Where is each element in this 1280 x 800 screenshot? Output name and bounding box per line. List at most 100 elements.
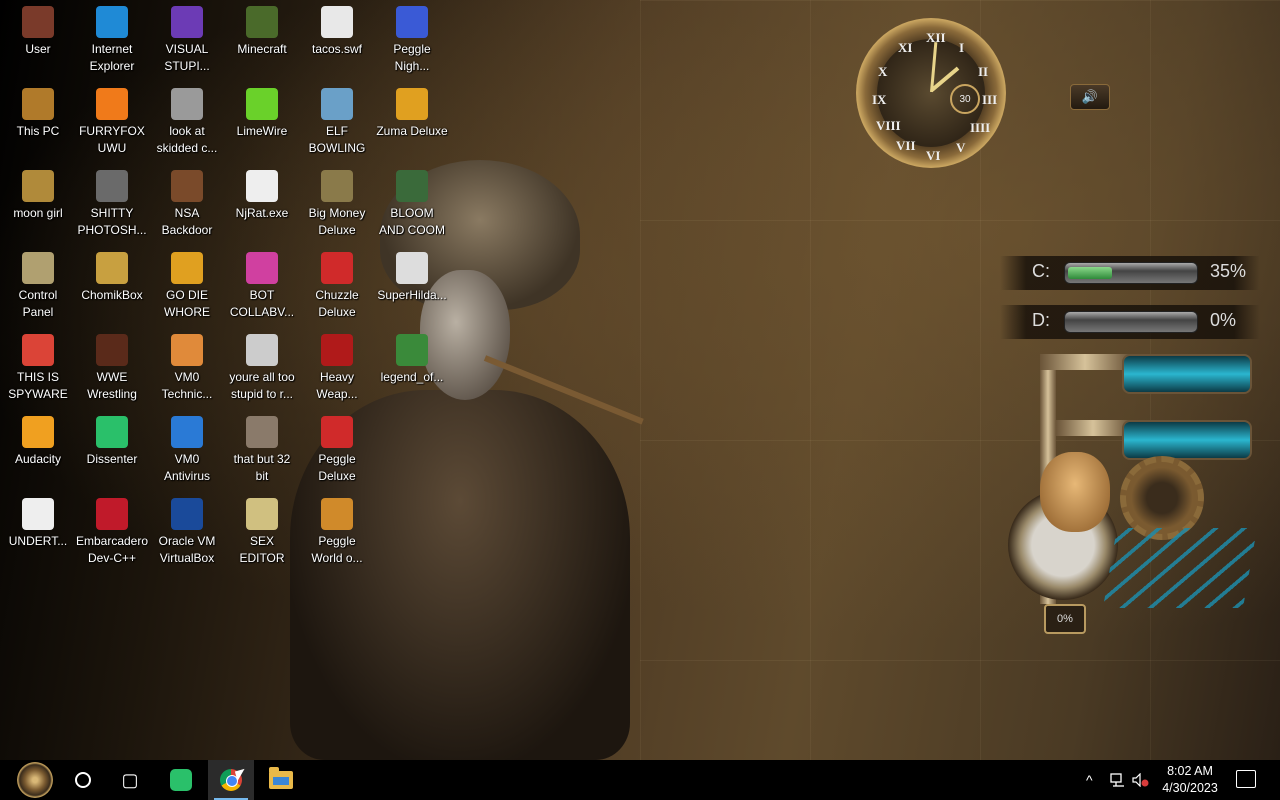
- desktop-icon[interactable]: Control Panel: [0, 246, 76, 326]
- network-icon[interactable]: [1110, 760, 1128, 800]
- desktop-icon[interactable]: FURRYFOX UWU: [74, 82, 150, 162]
- dissenter-icon: [170, 769, 192, 791]
- desktop-icon-label: look at skidded c...: [156, 124, 218, 155]
- chuzzle-icon: [321, 252, 353, 284]
- desktop-icon[interactable]: Heavy Weap...: [299, 328, 375, 408]
- folder-icon: [22, 170, 54, 202]
- desktop-icon[interactable]: look at skidded c...: [149, 82, 225, 162]
- search-button[interactable]: [66, 760, 100, 800]
- speaker-icon[interactable]: 🔊: [1070, 84, 1110, 110]
- desktop-icon[interactable]: WWE Wrestling: [74, 328, 150, 408]
- wwe-icon: [96, 334, 128, 366]
- desktop-icon[interactable]: UNDERT...: [0, 492, 76, 572]
- taskbar-clock[interactable]: 8:02 AM 4/30/2023: [1150, 763, 1230, 797]
- peggle-icon: [321, 498, 353, 530]
- desktop-icon[interactable]: VISUAL STUPI...: [149, 0, 225, 80]
- desktop-icon[interactable]: NjRat.exe: [224, 164, 300, 244]
- action-center-icon[interactable]: [1236, 770, 1256, 788]
- desktop-icon[interactable]: User: [0, 0, 76, 80]
- taskbar-app-chrome[interactable]: [208, 760, 254, 800]
- drive-usage-tube: [1064, 311, 1198, 333]
- desktop-icon-label: User: [25, 42, 51, 56]
- desktop-icon[interactable]: This PC: [0, 82, 76, 162]
- desktop-icon[interactable]: SHITTY PHOTOSH...: [74, 164, 150, 244]
- desktop-icon[interactable]: Dissenter: [74, 410, 150, 490]
- task-view-button[interactable]: ▢: [112, 760, 148, 800]
- volume-icon-glyph: [1132, 773, 1149, 787]
- desktop-icon[interactable]: Internet Explorer: [74, 0, 150, 80]
- hamster-figure: [1040, 452, 1110, 532]
- desktop-icon[interactable]: BLOOM AND COOM: [374, 164, 450, 244]
- desktop-icon[interactable]: Peggle World o...: [299, 492, 375, 572]
- clock-gadget[interactable]: XII I II III IIII V VI VII VIII IX X XI …: [852, 12, 1022, 172]
- desktop-icon[interactable]: that but 32 bit: [224, 410, 300, 490]
- swf-file-icon: [321, 6, 353, 38]
- desktop-icon[interactable]: Oracle VM VirtualBox: [149, 492, 225, 572]
- peggle-icon: [396, 6, 428, 38]
- desktop-icon[interactable]: tacos.swf: [299, 0, 375, 80]
- xd-editor-icon: [246, 498, 278, 530]
- desktop-icon[interactable]: moon girl: [0, 164, 76, 244]
- cards-icon: [246, 252, 278, 284]
- desktop-icon-label: Big Money Deluxe: [308, 206, 366, 237]
- desktop-icon-label: youre all too stupid to r...: [229, 370, 295, 401]
- desktop-icon[interactable]: Zuma Deluxe: [374, 82, 450, 162]
- shield-icon: [171, 416, 203, 448]
- desktop-icon[interactable]: VM0 Technic...: [149, 328, 225, 408]
- zuma-icon: [396, 88, 428, 120]
- drive-percent: 35%: [1210, 261, 1247, 281]
- desktop-icon-label: Dissenter: [86, 452, 138, 466]
- start-button[interactable]: [0, 760, 70, 800]
- desktop-icon-label: SHITTY PHOTOSH...: [77, 206, 147, 237]
- taskbar: ▢ ^ 8:02 AM 4/30/2023: [0, 760, 1280, 800]
- desktop-icon[interactable]: BOT COLLABV...: [224, 246, 300, 326]
- desktop-icon-label: Zuma Deluxe: [376, 124, 448, 138]
- clock-sub-dial: 30: [950, 84, 980, 114]
- peggle-icon: [321, 416, 353, 448]
- technician-icon: [171, 334, 203, 366]
- desktop-icon[interactable]: VM0 Antivirus: [149, 410, 225, 490]
- desktop-icon-label: legend_of...: [380, 370, 444, 384]
- clock-numeral: IIII: [970, 120, 991, 135]
- sprite-icon: [396, 334, 428, 366]
- taskbar-app-file-explorer[interactable]: [258, 760, 304, 800]
- virtualbox-icon: [171, 498, 203, 530]
- desktop-icon[interactable]: LimeWire: [224, 82, 300, 162]
- desktop-icon[interactable]: Minecraft: [224, 0, 300, 80]
- user-folder-icon: [22, 6, 54, 38]
- desktop-icon[interactable]: GO DIE WHORE: [149, 246, 225, 326]
- desktop-icon[interactable]: Big Money Deluxe: [299, 164, 375, 244]
- desktop-icon-label: LimeWire: [236, 124, 288, 138]
- desktop-icon[interactable]: NSA Backdoor: [149, 164, 225, 244]
- horizontal-pipe: [1056, 420, 1130, 436]
- dev-cpp-icon: [96, 498, 128, 530]
- clock-numeral: XI: [898, 40, 913, 55]
- clock-numeral: VIII: [876, 118, 901, 133]
- volume-muted-icon[interactable]: [1132, 760, 1150, 800]
- desktop-icon[interactable]: legend_of...: [374, 328, 450, 408]
- drive-meter-d: D: 0%: [1000, 305, 1260, 339]
- desktop-icon[interactable]: Peggle Nigh...: [374, 0, 450, 80]
- de-app-icon: [171, 252, 203, 284]
- desktop-icon[interactable]: SEX EDITOR: [224, 492, 300, 572]
- gimp-icon: [96, 170, 128, 202]
- chevron-up-icon: ^: [1086, 772, 1093, 788]
- desktop-icon[interactable]: Audacity: [0, 410, 76, 490]
- unity-icon: [22, 498, 54, 530]
- taskbar-app-dissenter[interactable]: [158, 760, 204, 800]
- image-file-icon: [171, 170, 203, 202]
- desktop-icon[interactable]: SuperHilda...: [374, 246, 450, 326]
- desktop-icon[interactable]: Chuzzle Deluxe: [299, 246, 375, 326]
- desktop-icon[interactable]: THIS IS SPYWARE: [0, 328, 76, 408]
- desktop-icon-label: tacos.swf: [311, 42, 362, 56]
- show-hidden-icons-button[interactable]: ^: [1086, 760, 1100, 800]
- desktop-icon[interactable]: ChomikBox: [74, 246, 150, 326]
- system-monitor-gadget[interactable]: 0%: [1000, 348, 1260, 648]
- desktop-icon-label: VISUAL STUPI...: [164, 42, 210, 73]
- desktop-icon[interactable]: Embarcadero Dev-C++: [74, 492, 150, 572]
- clock-numeral: IX: [872, 92, 887, 107]
- desktop-icon[interactable]: ELF BOWLING: [299, 82, 375, 162]
- desktop-icon[interactable]: Peggle Deluxe: [299, 410, 375, 490]
- desktop-icon[interactable]: youre all too stupid to r...: [224, 328, 300, 408]
- desktop-icon-label: moon girl: [13, 206, 63, 220]
